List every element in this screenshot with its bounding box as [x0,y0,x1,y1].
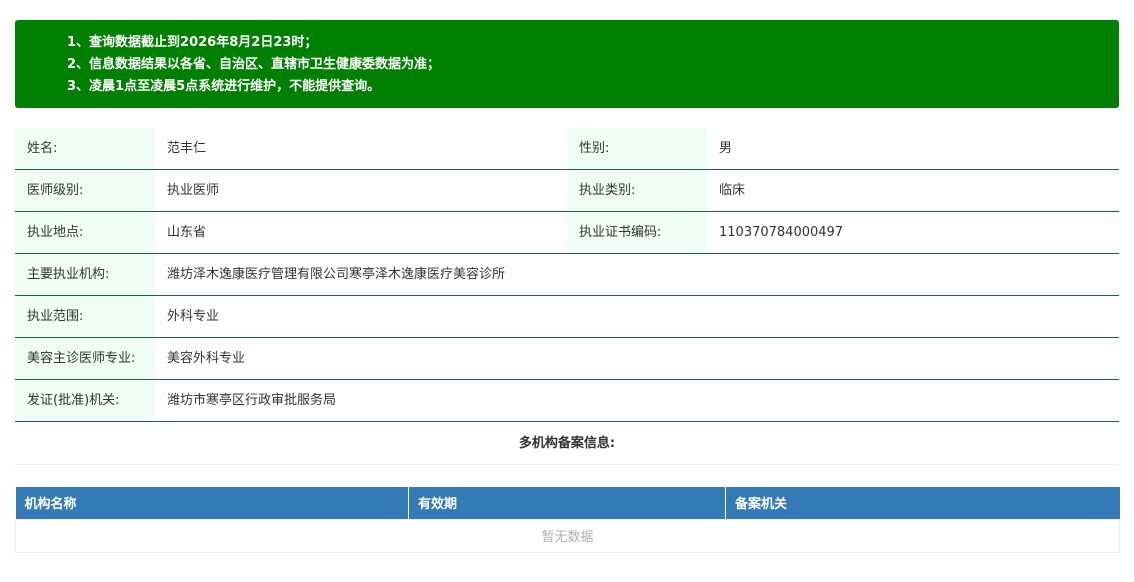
authority-value: 潍坊市寒亭区行政审批服务局 [155,379,1119,422]
institution-value: 潍坊泽木逸康医疗管理有限公司寒亭泽木逸康医疗美容诊所 [155,253,1119,296]
notice-line-1: 1、查询数据截止到2026年8月2日23时； [67,35,318,50]
scope-label: 执业范围: [15,295,155,338]
location-label: 执业地点: [15,211,155,254]
cert-value: 110370784000497 [707,211,1119,254]
info-row-beauty: 美容主诊医师专业: 美容外科专业 [15,337,1119,380]
notice-line-2: 2、信息数据结果以各省、自治区、直辖市卫生健康委数据为准； [67,57,441,72]
gender-value: 男 [707,128,1119,170]
beauty-label: 美容主诊医师专业: [15,337,155,380]
name-value: 范丰仁 [155,128,567,170]
level-value: 执业医师 [155,169,567,212]
records-header-row: 机构名称 有效期 备案机关 [15,487,1120,519]
column-header-validity[interactable]: 有效期 [408,487,726,519]
info-row-authority: 发证(批准)机关: 潍坊市寒亭区行政审批服务局 [15,379,1119,422]
doctor-info-table: 姓名: 范丰仁 性别: 男 医师级别: 执业医师 执业类别: 临床 执业地点: … [15,128,1119,422]
info-row-scope: 执业范围: 外科专业 [15,295,1119,338]
notice-line-3: 3、凌晨1点至凌晨5点系统进行维护，不能提供查询。 [67,79,381,94]
info-row-level: 医师级别: 执业医师 执业类别: 临床 [15,169,1119,212]
column-header-institution[interactable]: 机构名称 [15,487,409,519]
info-row-location: 执业地点: 山东省 执业证书编码: 110370784000497 [15,211,1119,254]
info-row-name: 姓名: 范丰仁 性别: 男 [15,128,1119,170]
institution-label: 主要执业机构: [15,253,155,296]
empty-message: 暂无数据 [15,518,1120,553]
column-header-authority[interactable]: 备案机关 [725,487,1120,519]
records-section-title: 多机构备案信息: [15,423,1119,465]
level-label: 医师级别: [15,169,155,212]
gender-label: 性别: [567,128,707,170]
location-value: 山东省 [155,211,567,254]
authority-label: 发证(批准)机关: [15,379,155,422]
category-value: 临床 [707,169,1119,212]
name-label: 姓名: [15,128,155,170]
category-label: 执业类别: [567,169,707,212]
scope-value: 外科专业 [155,295,1119,338]
records-table: 机构名称 有效期 备案机关 暂无数据 [15,487,1120,553]
info-row-institution: 主要执业机构: 潍坊泽木逸康医疗管理有限公司寒亭泽木逸康医疗美容诊所 [15,253,1119,296]
cert-label: 执业证书编码: [567,211,707,254]
notice-banner: 1、查询数据截止到2026年8月2日23时； 2、信息数据结果以各省、自治区、直… [15,20,1119,108]
beauty-value: 美容外科专业 [155,337,1119,380]
empty-row: 暂无数据 [15,518,1120,553]
